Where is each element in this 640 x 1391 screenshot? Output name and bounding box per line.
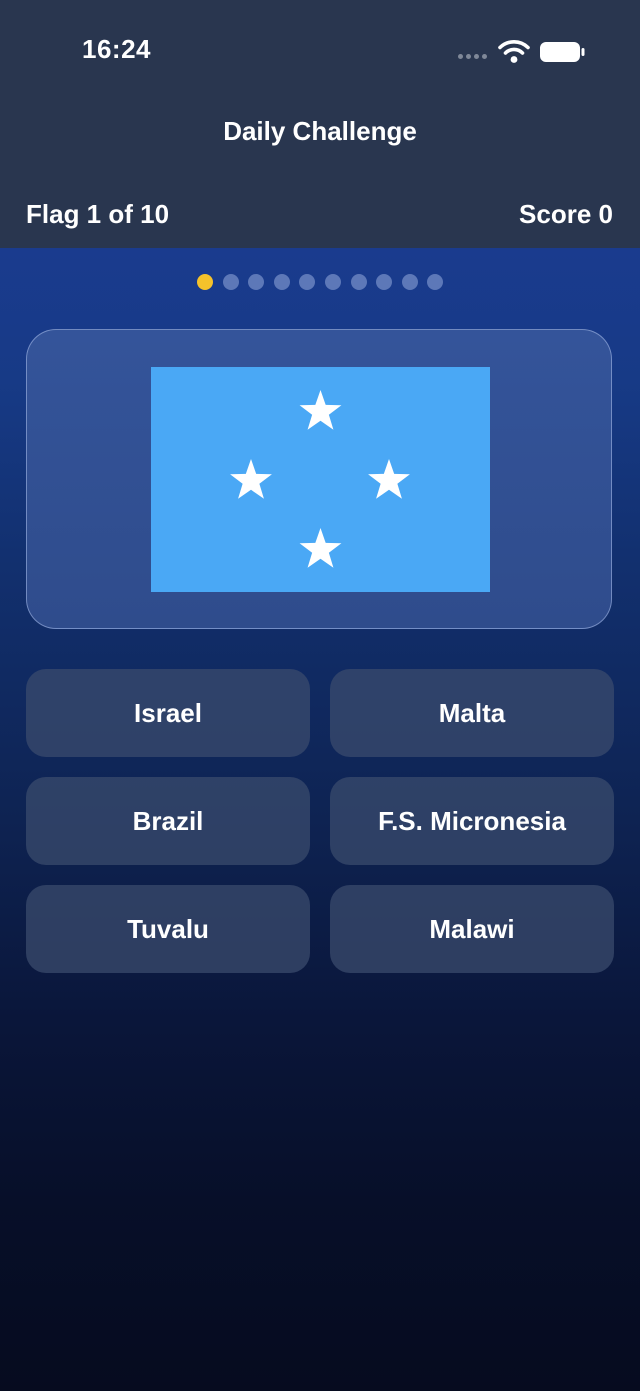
progress-dot bbox=[324, 274, 341, 290]
answer-button-brazil[interactable]: Brazil bbox=[26, 777, 310, 865]
progress-dot bbox=[299, 274, 316, 290]
progress-indicator bbox=[197, 274, 444, 290]
answer-button-tuvalu[interactable]: Tuvalu bbox=[26, 885, 310, 973]
header-bar: 16:24 Daily Challenge Flag 1 of 10 Score… bbox=[0, 0, 640, 248]
page-title: Daily Challenge bbox=[223, 116, 417, 146]
progress-dot bbox=[427, 274, 444, 290]
progress-dot bbox=[350, 274, 367, 290]
progress-dot bbox=[248, 274, 265, 290]
answer-button-malta[interactable]: Malta bbox=[330, 669, 614, 757]
progress-dot-active bbox=[197, 274, 213, 290]
progress-dot bbox=[273, 274, 290, 290]
progress-dot bbox=[222, 274, 239, 290]
answer-grid: Israel Malta Brazil F.S. Micronesia Tuva… bbox=[26, 669, 614, 973]
flag-image bbox=[151, 367, 490, 592]
status-time: 16:24 bbox=[82, 34, 151, 64]
wifi-icon bbox=[498, 40, 530, 63]
progress-dot bbox=[376, 274, 393, 290]
progress-dot bbox=[401, 274, 418, 290]
battery-icon bbox=[540, 42, 585, 62]
signal-icon bbox=[458, 54, 487, 59]
flag-counter: Flag 1 of 10 bbox=[26, 199, 170, 229]
score-label: Score 0 bbox=[519, 199, 613, 229]
answer-button-israel[interactable]: Israel bbox=[26, 669, 310, 757]
answer-button-fs-micronesia[interactable]: F.S. Micronesia bbox=[330, 777, 614, 865]
answer-button-malawi[interactable]: Malawi bbox=[330, 885, 614, 973]
